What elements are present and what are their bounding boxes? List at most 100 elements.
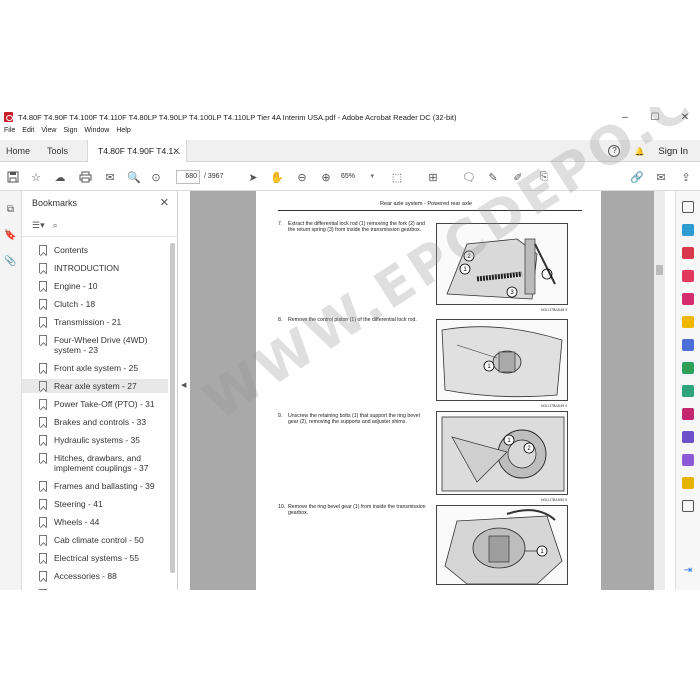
stamp-icon[interactable] (682, 477, 694, 489)
star-icon[interactable]: ☆ (29, 170, 43, 184)
email-share-icon[interactable]: ✉ (654, 170, 668, 184)
highlight-pen-icon[interactable]: ✎ (486, 170, 500, 184)
envelope-icon[interactable]: ✉ (103, 170, 117, 184)
menu-window[interactable]: Window (84, 127, 109, 139)
edit-pdf-icon[interactable] (682, 270, 694, 282)
notification-bell-icon[interactable]: 🔔 (634, 147, 644, 156)
bookmark-item[interactable]: Frames and ballasting - 39 (22, 479, 168, 493)
zoom-out-icon[interactable]: ⊖ (295, 170, 309, 184)
tab-document[interactable]: T4.80F T4.90F T4.1... ✕ (87, 140, 187, 162)
page-down-icon[interactable] (157, 170, 171, 184)
more-tools-icon[interactable]: ⇪ (679, 170, 693, 184)
zoom-level-select[interactable]: 65% (341, 170, 375, 184)
request-signature-icon[interactable] (682, 431, 694, 443)
expand-rail-icon[interactable]: ⇥ (682, 565, 694, 577)
bookmark-icon (39, 553, 47, 563)
bookmark-item[interactable]: Engine - 10 (22, 279, 168, 293)
attachments-icon[interactable]: 📎 (4, 255, 17, 268)
bookmark-item[interactable]: Clutch - 18 (22, 297, 168, 311)
bookmark-icon (39, 589, 47, 590)
bookmark-item[interactable]: Rear axle system - 27 (22, 379, 168, 393)
bookmarks-panel-icon[interactable]: 🔖 (4, 229, 17, 242)
document-scrollbar[interactable] (654, 191, 665, 590)
find-bookmark-icon[interactable]: ⌕ (53, 220, 58, 231)
bookmark-item[interactable]: Electrical systems - 55 (22, 551, 168, 565)
save-icon[interactable] (6, 170, 20, 184)
menu-view[interactable]: View (41, 127, 56, 139)
bookmark-label: Four-Wheel Drive (4WD) system - 23 (54, 335, 148, 355)
help-icon[interactable]: ? (608, 145, 621, 157)
menu-edit[interactable]: Edit (22, 127, 34, 139)
minimize-button[interactable]: – (610, 107, 640, 127)
bookmark-item[interactable]: Platform, cab, bodywork, and (22, 587, 168, 590)
bookmarks-close-icon[interactable]: ✕ (160, 196, 169, 209)
organize-pages-icon[interactable] (682, 339, 694, 351)
hand-tool-icon[interactable]: ✋ (270, 170, 284, 184)
page-number-input[interactable]: 680 (176, 170, 200, 184)
bookmark-item[interactable]: Front axle system - 25 (22, 361, 168, 375)
protect-icon[interactable] (682, 385, 694, 397)
bookmark-item[interactable]: Contents (22, 243, 168, 257)
menu-file[interactable]: File (4, 127, 15, 139)
bookmark-item[interactable]: Four-Wheel Drive (4WD) system - 23 (22, 333, 168, 357)
page-total: / 3967 (204, 173, 224, 180)
draw-freehand-icon[interactable]: ✐ (511, 170, 525, 184)
step-text: Remove the ring bevel gear (1) from insi… (288, 504, 426, 516)
maximize-button[interactable]: ☐ (640, 107, 670, 127)
create-pdf-icon[interactable] (682, 247, 694, 259)
menu-sign[interactable]: Sign (63, 127, 77, 139)
export-pdf-icon[interactable] (682, 224, 694, 236)
share-link-icon[interactable]: 🔗 (630, 170, 644, 184)
bookmark-item[interactable]: Steering - 41 (22, 497, 168, 511)
window-title: T4.80F T4.90F T4.100F T4.110F T4.80LP T4… (18, 112, 457, 122)
bookmark-item[interactable]: INTRODUCTION (22, 261, 168, 275)
sign-in-button[interactable]: Sign In (658, 146, 688, 157)
more-tools-rail-icon[interactable] (682, 500, 694, 512)
fill-sign-icon[interactable]: ⎘ (537, 170, 551, 184)
zoom-in-icon[interactable]: ⊕ (319, 170, 333, 184)
menu-help[interactable]: Help (116, 127, 130, 139)
remove-ring-gear-illustration: 1 (437, 506, 567, 584)
figure-ring-bevel-gear-bolts: 1 2 (436, 411, 568, 495)
comment-icon[interactable]: 🗨 (462, 170, 476, 184)
send-for-comments-icon[interactable] (682, 454, 694, 466)
bookmark-item[interactable]: Brakes and controls - 33 (22, 415, 168, 429)
print-icon[interactable] (78, 170, 92, 184)
comment-tool-icon[interactable] (682, 316, 694, 328)
document-viewer[interactable]: Rear axle system - Powered rear axle 7. … (190, 191, 665, 590)
close-window-button[interactable]: ✕ (670, 107, 700, 127)
window-controls: – ☐ ✕ (610, 107, 700, 127)
bookmark-item[interactable]: Hitches, drawbars, and implement couplin… (22, 451, 168, 475)
tab-tools[interactable]: Tools (47, 140, 68, 162)
zoom-search-icon[interactable]: 🔍 (127, 170, 141, 184)
select-cursor-icon[interactable]: ➤ (246, 170, 260, 184)
search-tools-icon[interactable] (682, 201, 694, 213)
scan-ocr-icon[interactable] (682, 362, 694, 374)
bookmark-item[interactable]: Hydraulic systems - 35 (22, 433, 168, 447)
header-rule (278, 210, 582, 211)
scrolling-mode-icon[interactable]: ⊞ (426, 170, 440, 184)
page-thumbnails-icon[interactable]: ⧉ (4, 203, 17, 216)
bookmark-item[interactable]: Transmission - 21 (22, 315, 168, 329)
upload-cloud-icon[interactable]: ☁ (53, 170, 67, 184)
bookmark-item[interactable]: Cab climate control - 50 (22, 533, 168, 547)
bookmark-item[interactable]: Accessories - 88 (22, 569, 168, 583)
step-number: 10. (278, 504, 286, 510)
bookmark-label: Engine - 10 (54, 281, 98, 291)
bookmark-item[interactable]: Power Take-Off (PTO) - 31 (22, 397, 168, 411)
bookmarks-scroll-thumb[interactable] (170, 243, 175, 573)
tab-close-icon[interactable]: ✕ (172, 140, 180, 162)
bookmark-icon (39, 363, 47, 373)
document-scroll-thumb[interactable] (656, 265, 663, 275)
differential-lock-illustration: 2 1 3 (437, 224, 567, 304)
bookmark-item[interactable]: Wheels - 44 (22, 515, 168, 529)
tab-home[interactable]: Home (6, 140, 30, 162)
collapse-panel-icon[interactable]: ◀ (181, 381, 186, 389)
bookmark-label: Transmission - 21 (54, 317, 122, 327)
combine-files-icon[interactable] (682, 293, 694, 305)
fit-page-icon[interactable]: ⬚ (390, 170, 404, 184)
acrobat-window: T4.80F T4.90F T4.100F T4.110F T4.80LP T4… (0, 107, 700, 590)
bookmarks-scrollbar[interactable] (169, 243, 175, 590)
fill-and-sign-icon[interactable] (682, 408, 694, 420)
bookmark-options-icon[interactable]: ☰▾ (32, 220, 45, 231)
